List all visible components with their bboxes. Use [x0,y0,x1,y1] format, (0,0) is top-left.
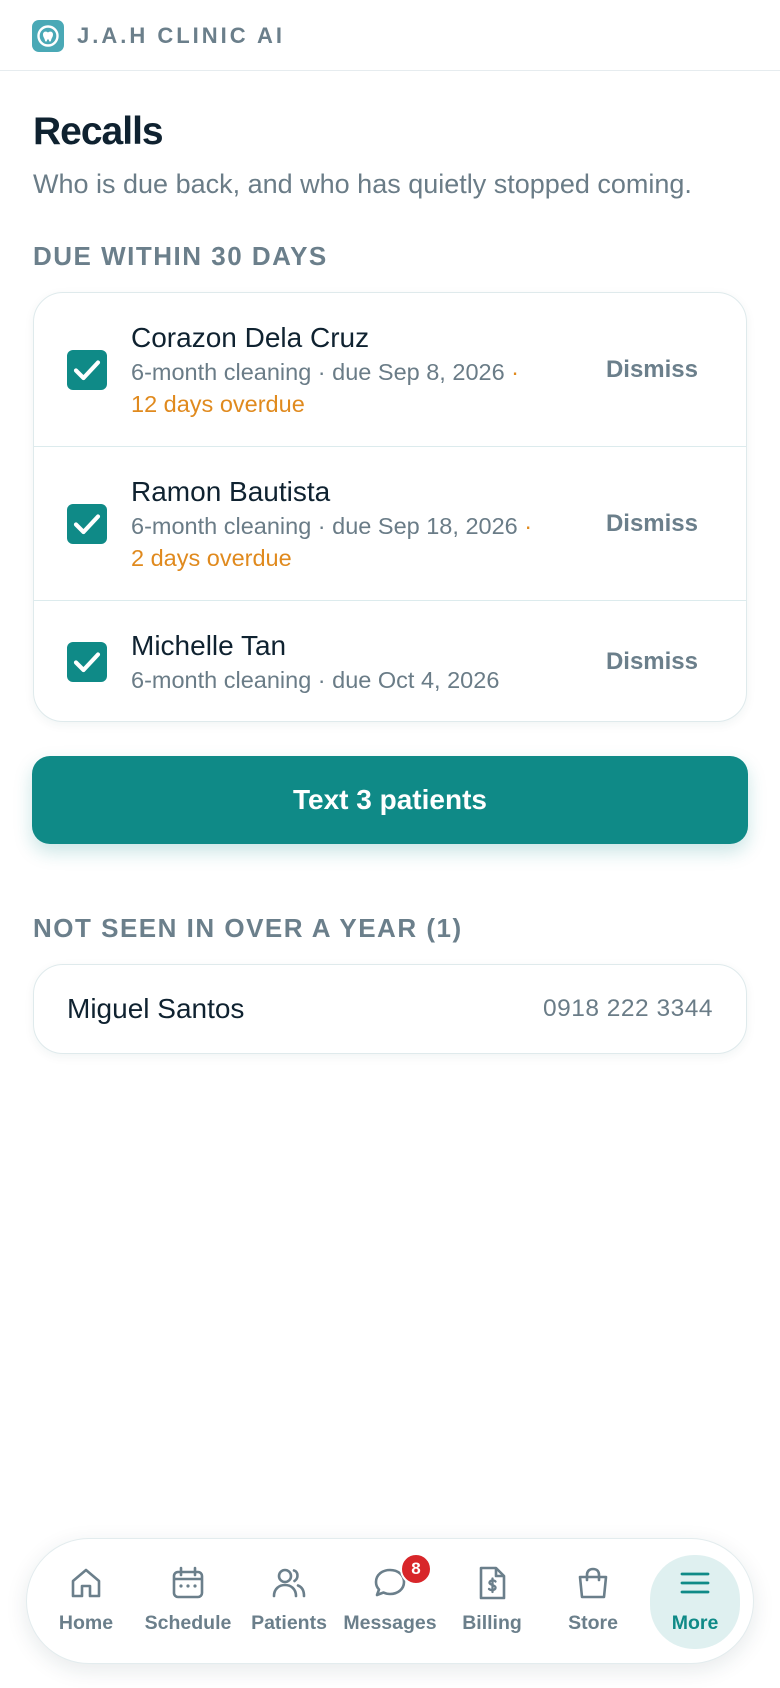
nav-billing-label: Billing [462,1612,522,1634]
nav-billing[interactable]: Billing [447,1555,537,1649]
checkmark-icon [73,514,101,535]
nav-home[interactable]: Home [41,1555,131,1649]
home-icon [71,1568,101,1598]
nav-more[interactable]: More [650,1555,740,1649]
brand-name: J.A.H CLINIC AI [77,23,285,48]
menu-icon [680,1572,710,1594]
overdue-separator: · [504,359,520,385]
recall-row: Michelle Tan 6-month cleaning · due Oct … [34,601,746,721]
page-subtitle: Who is due back, and who has quietly sto… [33,169,692,199]
due-section-heading: DUE WITHIN 30 DAYS [33,241,328,271]
unread-badge: 8 [400,1553,432,1585]
nav-more-label: More [671,1612,719,1634]
dismiss-button[interactable]: Dismiss [606,355,698,385]
nav-store[interactable]: Store [548,1555,638,1649]
nav-home-label: Home [58,1612,114,1634]
select-checkbox[interactable] [67,642,107,682]
page-title: Recalls [33,110,164,153]
nav-patients-label: Patients [251,1612,327,1634]
text-patients-button[interactable]: Text 3 patients [32,756,748,844]
app-header: J.A.H CLINIC AI [0,0,780,71]
select-checkbox[interactable] [67,350,107,390]
recall-due-text: 6-month cleaning · due Sep 18, 2026 [131,513,518,539]
checkmark-icon [73,360,101,381]
patient-name: Miguel Santos [67,993,245,1024]
recall-row: Corazon Dela Cruz 6-month cleaning · due… [34,293,746,447]
nav-messages-label: Messages [343,1612,437,1634]
patient-name: Corazon Dela Cruz [131,322,370,353]
overdue-label: 12 days overdue [131,391,305,417]
lapsed-section-heading: NOT SEEN IN OVER A YEAR (1) [33,913,463,943]
recall-detail: 6-month cleaning · due Sep 8, 2026 · [131,357,519,387]
checkmark-icon [73,652,101,673]
nav-schedule[interactable]: Schedule [143,1555,233,1649]
patient-name: Michelle Tan [131,630,287,661]
recall-detail: 6-month cleaning · due Oct 4, 2026 [131,665,499,695]
dismiss-button[interactable]: Dismiss [606,647,698,677]
calendar-icon [172,1566,204,1599]
users-icon [272,1568,306,1598]
nav-messages[interactable]: 8 Messages [343,1553,437,1649]
invoice-icon [479,1566,506,1600]
lapsed-patient-row[interactable]: Miguel Santos 0918 222 3344 [33,964,747,1054]
due-recall-list: Corazon Dela Cruz 6-month cleaning · due… [33,292,747,722]
nav-schedule-label: Schedule [144,1612,232,1634]
recall-detail: 6-month cleaning · due Sep 18, 2026 · [131,511,532,541]
dismiss-button[interactable]: Dismiss [606,509,698,539]
overdue-label: 2 days overdue [131,545,292,571]
nav-patients[interactable]: Patients [244,1555,334,1649]
select-checkbox[interactable] [67,504,107,544]
bottom-navigation: Home Schedule Patients 8 Messages Billin… [26,1538,754,1664]
patient-name: Ramon Bautista [131,476,331,507]
shopping-bag-icon [578,1567,608,1599]
nav-store-label: Store [568,1612,618,1634]
recall-due-text: 6-month cleaning · due Oct 4, 2026 [131,667,500,693]
tooth-logo-icon [32,20,64,52]
recall-due-text: 6-month cleaning · due Sep 8, 2026 [131,359,505,385]
recall-row: Ramon Bautista 6-month cleaning · due Se… [34,447,746,601]
patient-phone: 0918 222 3344 [543,995,713,1022]
overdue-separator: · [517,513,533,539]
